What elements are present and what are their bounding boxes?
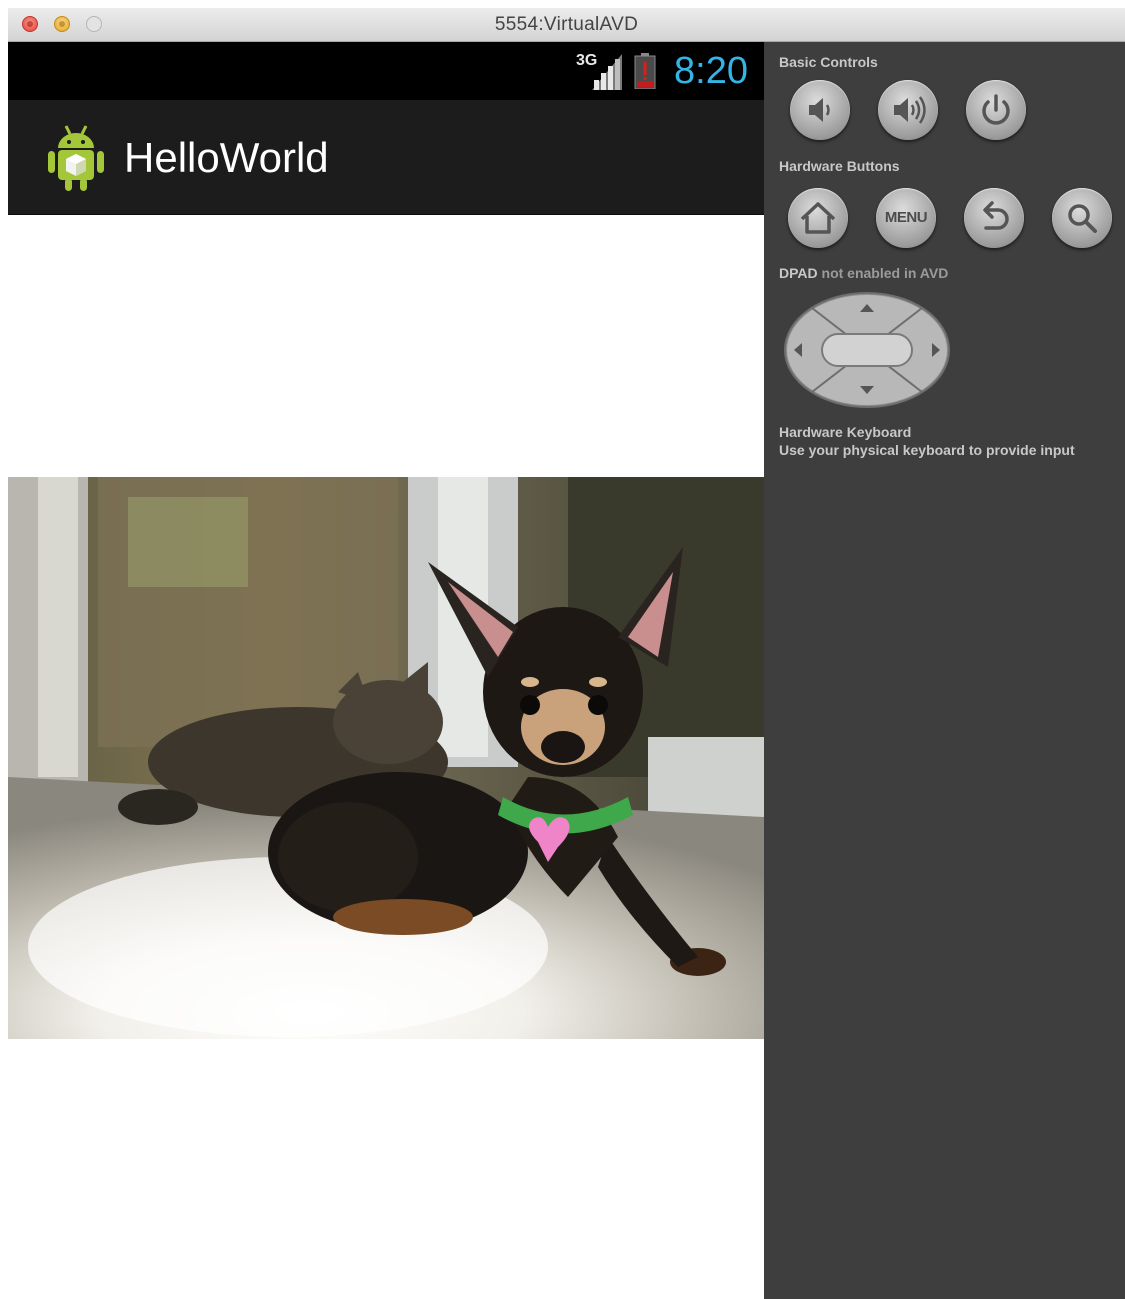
power-button[interactable] xyxy=(966,80,1026,140)
basic-controls-label: Basic Controls xyxy=(779,54,878,70)
battery-icon xyxy=(634,53,656,89)
signal-icon xyxy=(592,54,622,90)
window-titlebar: 5554:VirtualAVD xyxy=(8,8,1125,42)
back-button[interactable] xyxy=(964,188,1024,248)
volume-down-button[interactable] xyxy=(790,80,850,140)
back-icon xyxy=(983,201,1009,230)
home-icon xyxy=(800,202,836,234)
hardware-buttons-label: Hardware Buttons xyxy=(779,158,900,174)
emulator-controls-panel: Basic Controls Hardware Buttons MENU DPA… xyxy=(764,42,1125,1299)
volume-down-icon xyxy=(809,98,830,122)
dog-and-cat-photo xyxy=(8,477,764,1039)
status-bar: 3G 8:20 xyxy=(8,42,764,100)
menu-icon: MENU xyxy=(884,209,928,226)
window-title: 5554:VirtualAVD xyxy=(494,14,639,35)
app-content xyxy=(8,215,764,1299)
keyboard-hint: Use your physical keyboard to provide in… xyxy=(779,442,1075,458)
home-button[interactable] xyxy=(788,188,848,248)
volume-up-button[interactable] xyxy=(878,80,938,140)
keyboard-title: Hardware Keyboard xyxy=(779,424,912,440)
action-bar: HelloWorld xyxy=(8,100,764,216)
power-icon xyxy=(982,94,1010,125)
dpad-label: DPAD not enabled in AVD xyxy=(779,265,949,281)
android-icon xyxy=(48,125,104,191)
dpad-icon[interactable] xyxy=(782,290,952,410)
emulator-screen[interactable]: 3G 8:20 HelloWorld xyxy=(8,42,764,1299)
search-button[interactable] xyxy=(1052,188,1112,248)
status-clock: 8:20 xyxy=(674,50,748,92)
search-icon xyxy=(1068,204,1097,233)
menu-button[interactable]: MENU xyxy=(876,188,936,248)
app-title: HelloWorld xyxy=(124,134,329,181)
volume-up-icon xyxy=(894,96,926,124)
